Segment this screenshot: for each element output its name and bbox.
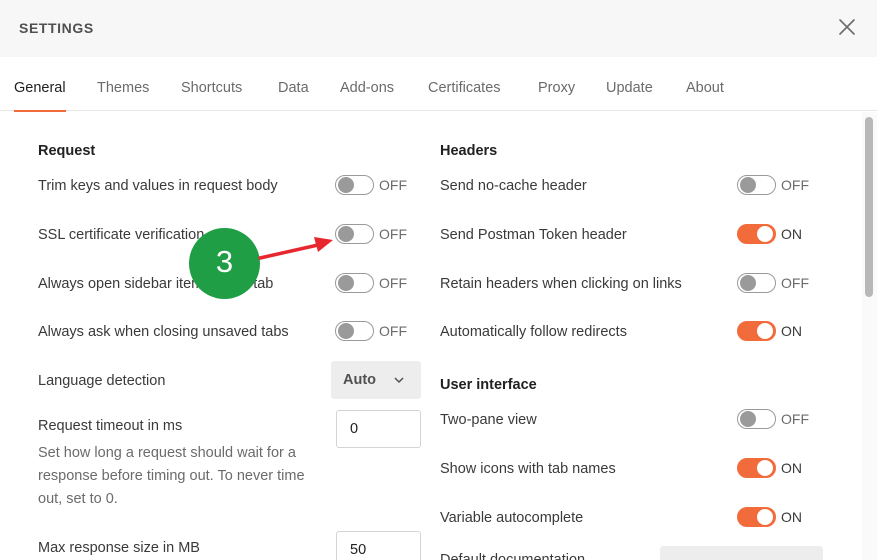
annotation-arrow-icon: [258, 237, 333, 260]
